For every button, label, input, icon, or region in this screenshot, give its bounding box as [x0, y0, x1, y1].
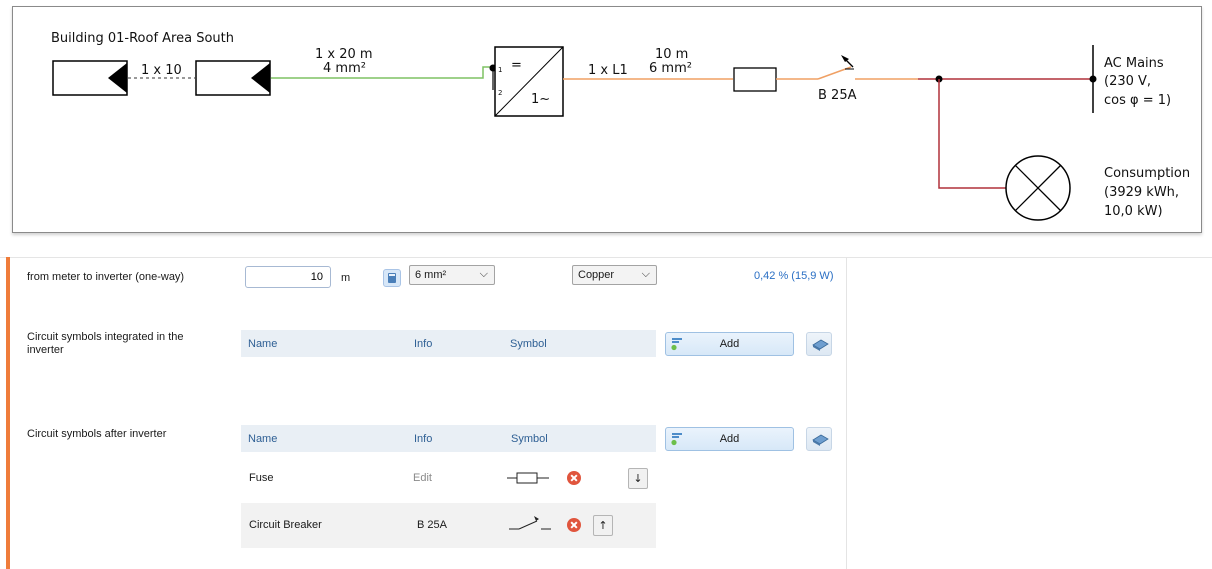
ac-phase-label: 1 x L1 [588, 63, 628, 78]
move-down-button[interactable]: ↓ [628, 468, 648, 489]
mains-cosphi: cos φ = 1) [1104, 93, 1171, 108]
column-name: Name [248, 433, 278, 445]
row-name: Circuit Breaker [249, 519, 322, 531]
cable-length-unit: m [341, 272, 351, 284]
add-integrated-label: Add [719, 338, 740, 350]
circuit-diagram-svg: Building 01-Roof Area South 1 x 10 1 x 2… [51, 31, 1190, 221]
row-info-edit[interactable]: Edit [413, 472, 432, 484]
move-up-button[interactable]: ↑ [593, 515, 613, 536]
after-section-label: Circuit symbols after inverter [27, 428, 167, 440]
column-info: Info [414, 338, 433, 350]
breaker-rating-label: B 25A [818, 88, 857, 103]
inverter-pin-1: 1 [498, 66, 502, 74]
circuit-breaker-icon [509, 516, 551, 530]
cable-length-input[interactable] [245, 266, 331, 288]
material-value: Copper [578, 269, 615, 281]
ac-cable-size: 6 mm² [649, 61, 692, 76]
after-table-header: Name Info Symbol [241, 425, 656, 452]
consumption-title: Consumption [1104, 166, 1190, 181]
material-select[interactable]: Copper ⌵ [572, 265, 657, 285]
section-accent-bar [6, 257, 10, 569]
inverter-ac-symbol: 1~ [531, 92, 550, 107]
cable-loss-value: 0,42 % (15,9 W) [754, 270, 834, 282]
dc-cable-size: 4 mm² [323, 61, 366, 76]
mains-title: AC Mains [1104, 56, 1164, 71]
mains-voltage: (230 V, [1104, 74, 1151, 89]
dc-cable-line[interactable] [271, 66, 493, 79]
add-after-button[interactable]: Add [665, 427, 794, 451]
inverter-dc-symbol: = [511, 58, 522, 73]
column-info: Info [414, 433, 433, 445]
fuse-symbol[interactable] [733, 67, 777, 92]
library-book-icon [812, 434, 829, 446]
table-row[interactable]: Circuit Breaker B 25A ↑ [241, 503, 656, 548]
calculator-icon [388, 273, 396, 283]
pv-module-right[interactable] [195, 60, 271, 96]
consumption-energy: (3929 kWh, [1104, 185, 1179, 200]
row-info: B 25A [417, 519, 447, 531]
library-book-icon [812, 339, 829, 351]
inverter-pin-2: 2 [498, 89, 502, 97]
inverter-config-form: from meter to inverter (one-way) m 6 mm²… [0, 257, 1212, 569]
panel-right-border [846, 257, 847, 569]
circuit-diagram: Building 01-Roof Area South 1 x 10 1 x 2… [12, 6, 1202, 233]
module-count-label: 1 x 10 [141, 63, 182, 78]
row-name: Fuse [249, 472, 274, 484]
delete-icon[interactable] [567, 518, 581, 532]
ac-cable-length: 10 m [655, 47, 688, 62]
column-symbol: Symbol [511, 433, 548, 445]
circuit-breaker-symbol[interactable] [817, 55, 854, 80]
cable-row-label: from meter to inverter (one-way) [27, 271, 185, 283]
dc-cable-length: 1 x 20 m [315, 47, 373, 62]
consumption-power: 10,0 kW) [1104, 204, 1163, 219]
fuse-icon [507, 472, 549, 484]
add-after-label: Add [719, 433, 740, 445]
integrated-section-label: Circuit symbols integrated in the invert… [27, 331, 184, 356]
column-name: Name [248, 338, 278, 350]
calculator-button[interactable] [383, 269, 401, 287]
building-label: Building 01-Roof Area South [51, 31, 234, 46]
cross-section-value: 6 mm² [415, 269, 447, 281]
pv-module-left[interactable] [52, 60, 128, 96]
library-button[interactable] [806, 332, 832, 356]
consumption-load-symbol[interactable] [1005, 155, 1071, 221]
delete-icon[interactable] [567, 471, 581, 485]
table-row[interactable]: Fuse Edit ↓ [241, 456, 656, 501]
add-integrated-button[interactable]: Add [665, 332, 794, 356]
integrated-table-header: Name Info Symbol [241, 330, 656, 357]
column-symbol: Symbol [510, 338, 547, 350]
cross-section-select[interactable]: 6 mm² ⌵ [409, 265, 495, 285]
consumption-line[interactable] [938, 79, 1006, 189]
chevron-down-icon: ⌵ [641, 268, 650, 280]
chevron-down-icon: ⌵ [479, 268, 488, 280]
inverter-symbol[interactable]: = 1~ 1 2 [494, 46, 564, 117]
form-divider [0, 257, 1212, 258]
library-button[interactable] [806, 427, 832, 451]
